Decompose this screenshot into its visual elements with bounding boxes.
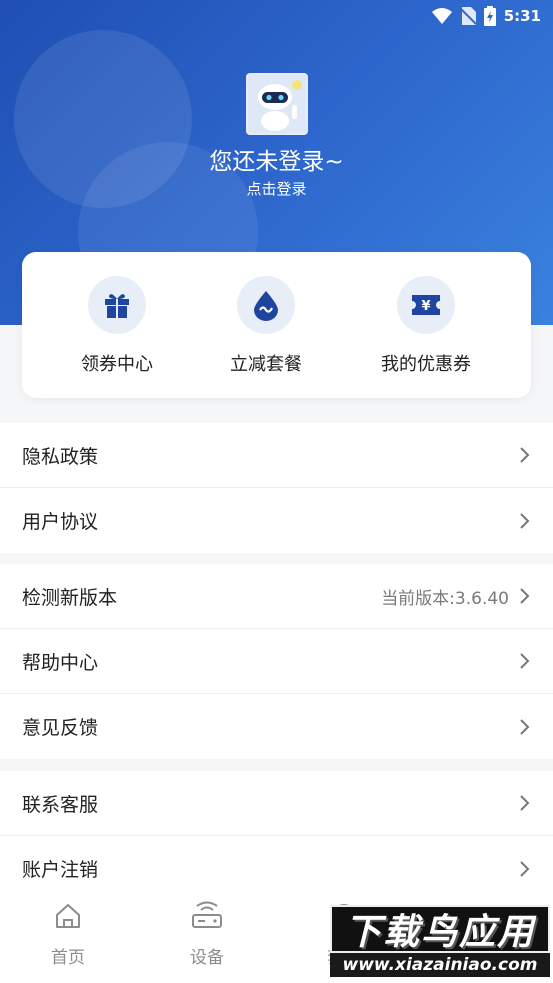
menu-item-label: 账户注销 bbox=[22, 859, 99, 881]
menu-item-privacy-policy[interactable]: 隐私政策 bbox=[0, 423, 553, 488]
tab-home[interactable]: 首页 bbox=[18, 899, 118, 968]
chevron-right-icon bbox=[520, 795, 530, 811]
chevron-right-icon bbox=[520, 860, 530, 877]
quick-action-discount-plan[interactable]: 立减套餐 bbox=[201, 276, 331, 376]
quick-action-label: 立减套餐 bbox=[230, 354, 302, 375]
menu-item-feedback[interactable]: 意见反馈 bbox=[0, 694, 553, 759]
quick-actions-card: 领券中心 立减套餐 ¥ 我的优惠券 bbox=[22, 252, 531, 398]
router-icon bbox=[192, 901, 222, 928]
wifi-icon bbox=[431, 8, 452, 24]
battery-charging-icon bbox=[483, 6, 496, 26]
tab-devices[interactable]: 设备 bbox=[157, 899, 257, 968]
status-time: 5:31 bbox=[503, 7, 541, 25]
status-bar: 5:31 bbox=[431, 4, 541, 28]
chevron-right-icon bbox=[520, 588, 530, 604]
menu-item-label: 隐私政策 bbox=[22, 445, 99, 468]
menu-group-account: 联系客服 账户注销 bbox=[0, 771, 553, 901]
menu-item-help-center[interactable]: 帮助中心 bbox=[0, 629, 553, 694]
login-title[interactable]: 您还未登录~ bbox=[0, 142, 553, 176]
menu-group-app: 检测新版本 当前版本:3.6.40 帮助中心 意见反馈 bbox=[0, 564, 553, 759]
quick-action-my-coupons[interactable]: ¥ 我的优惠券 bbox=[361, 276, 491, 376]
watermark-title: 下载鸟应用 bbox=[344, 912, 535, 953]
coupon-ticket-icon: ¥ bbox=[412, 295, 440, 315]
quick-action-coupon-center[interactable]: 领券中心 bbox=[52, 276, 182, 376]
menu-item-label: 帮助中心 bbox=[22, 651, 99, 674]
avatar[interactable] bbox=[246, 73, 308, 135]
chevron-right-icon bbox=[520, 512, 530, 529]
tab-label: 设备 bbox=[190, 948, 224, 968]
menu-group-legal: 隐私政策 用户协议 bbox=[0, 423, 553, 553]
svg-text:¥: ¥ bbox=[421, 299, 430, 314]
menu-item-label: 检测新版本 bbox=[22, 586, 118, 609]
chevron-right-icon bbox=[520, 653, 530, 669]
watermark: 下载鸟应用 www.xiazainiao.com bbox=[330, 905, 550, 977]
no-sim-icon bbox=[459, 7, 476, 25]
menu-item-delete-account[interactable]: 账户注销 bbox=[0, 836, 553, 901]
home-icon bbox=[56, 904, 80, 928]
robot-avatar-icon bbox=[248, 75, 306, 133]
menu-item-label: 联系客服 bbox=[22, 793, 99, 816]
menu-item-check-update[interactable]: 检测新版本 当前版本:3.6.40 bbox=[0, 564, 553, 629]
menu-item-user-agreement[interactable]: 用户协议 bbox=[0, 488, 553, 553]
current-version: 当前版本:3.6.40 bbox=[381, 588, 509, 609]
water-drop-icon bbox=[254, 291, 278, 321]
menu-item-contact-support[interactable]: 联系客服 bbox=[0, 771, 553, 836]
tab-label: 首页 bbox=[51, 948, 85, 968]
menu-item-label: 意见反馈 bbox=[22, 717, 99, 739]
chevron-right-icon bbox=[520, 718, 530, 735]
quick-action-label: 领券中心 bbox=[81, 354, 153, 375]
login-link[interactable]: 点击登录 bbox=[0, 178, 553, 199]
chevron-right-icon bbox=[520, 447, 530, 463]
watermark-url: www.xiazainiao.com bbox=[330, 953, 550, 977]
quick-action-label: 我的优惠券 bbox=[381, 354, 471, 375]
menu-item-label: 用户协议 bbox=[22, 511, 99, 533]
gift-icon bbox=[105, 294, 129, 318]
